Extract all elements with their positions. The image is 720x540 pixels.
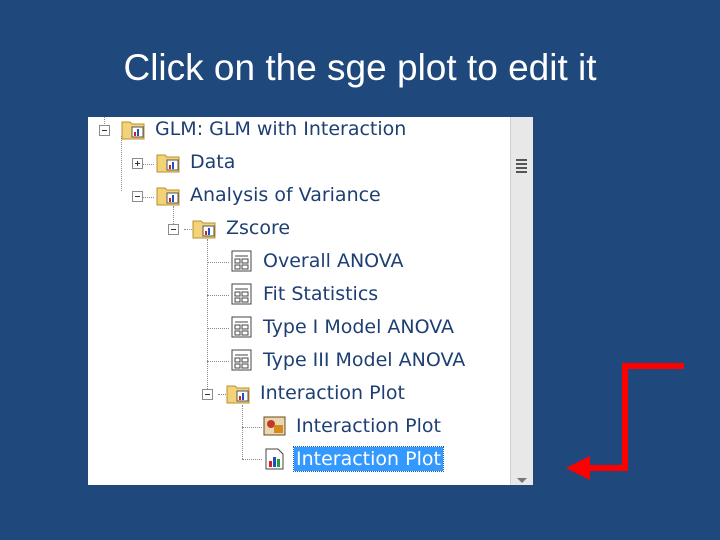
results-tree: GLM: GLM with Interaction Data Analysis … [88, 117, 511, 485]
tree-guide [207, 295, 229, 296]
tree-item-label: Type I Model ANOVA [263, 316, 455, 338]
collapse-toggle[interactable] [168, 224, 179, 235]
tree-item-analysis-of-variance[interactable]: Analysis of Variance [156, 180, 383, 210]
folder-results-icon [121, 121, 145, 140]
table-output-icon [231, 250, 252, 272]
table-output-icon [231, 316, 252, 338]
collapse-toggle[interactable] [99, 125, 110, 136]
tree-item-zscore[interactable]: Zscore [192, 213, 292, 243]
folder-results-icon [156, 154, 180, 173]
results-tree-panel[interactable]: GLM: GLM with Interaction Data Analysis … [88, 117, 533, 485]
collapse-toggle[interactable] [202, 389, 213, 400]
folder-results-icon [156, 187, 180, 206]
tree-guide [242, 459, 262, 460]
folder-results-icon [192, 220, 216, 239]
table-output-icon [231, 283, 252, 305]
tree-guide [207, 328, 229, 329]
tree-item-label: Analysis of Variance [190, 184, 381, 206]
tree-item-label: Overall ANOVA [263, 250, 404, 272]
scroll-down-icon[interactable] [517, 478, 527, 483]
tree-guide [121, 136, 122, 191]
tree-guide [207, 361, 229, 362]
scrollbar-grip[interactable] [516, 159, 527, 175]
tree-item-label: GLM: GLM with Interaction [155, 118, 407, 140]
tree-item-data[interactable]: Data [156, 147, 237, 177]
tree-item-label: Interaction Plot [293, 446, 444, 472]
folder-results-icon [226, 385, 250, 404]
tree-guide [242, 405, 243, 459]
collapse-toggle[interactable] [132, 191, 143, 202]
expand-toggle[interactable] [132, 158, 143, 169]
tree-item-glm[interactable]: GLM: GLM with Interaction [121, 117, 408, 144]
tree-guide [242, 427, 262, 428]
tree-guide [184, 229, 192, 230]
tree-item-interaction-plot-folder[interactable]: Interaction Plot [226, 378, 407, 408]
tree-item-label: Interaction Plot [296, 415, 441, 437]
tree-item-fit-statistics[interactable]: Fit Statistics [229, 279, 380, 309]
tree-guide [207, 262, 229, 263]
tree-item-overall-anova[interactable]: Overall ANOVA [229, 246, 406, 276]
pointer-arrow-icon [566, 363, 684, 480]
tree-item-label: Interaction Plot [260, 382, 405, 404]
tree-item-interaction-plot-graph[interactable]: Interaction Plot [262, 411, 443, 441]
vertical-scrollbar[interactable] [510, 117, 533, 485]
tree-item-label: Type III Model ANOVA [263, 349, 466, 371]
tree-item-label: Fit Statistics [263, 283, 379, 305]
tree-item-label: Data [190, 151, 236, 173]
graph-image-icon [263, 416, 286, 436]
sge-plot-icon [265, 448, 284, 470]
tree-item-type-i-model-anova[interactable]: Type I Model ANOVA [229, 312, 456, 342]
tree-item-interaction-plot-sge[interactable]: Interaction Plot [262, 444, 444, 474]
table-output-icon [231, 349, 252, 371]
tree-item-label: Zscore [226, 217, 291, 239]
tree-item-type-iii-model-anova[interactable]: Type III Model ANOVA [229, 345, 467, 375]
slide-title: Click on the sge plot to edit it [123, 47, 597, 88]
